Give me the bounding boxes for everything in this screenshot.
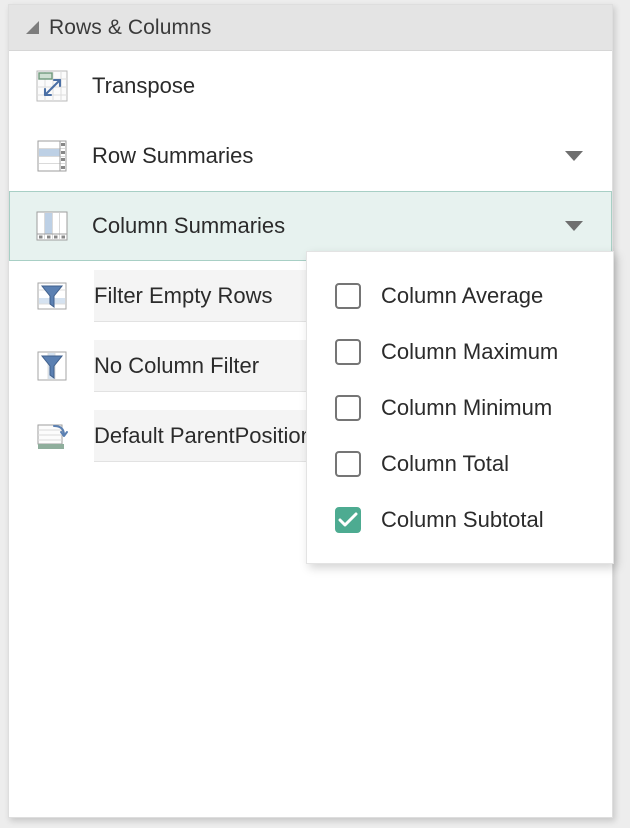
checkbox-unchecked-icon[interactable]	[335, 283, 361, 309]
chevron-down-icon[interactable]	[563, 215, 585, 237]
menu-item-label: Column Total	[381, 451, 509, 476]
transpose-icon	[32, 66, 72, 106]
column-summaries-icon	[32, 206, 72, 246]
checkbox-checked-icon[interactable]	[335, 507, 361, 533]
menu-item-column-minimum[interactable]: Column Minimum	[307, 380, 613, 436]
filter-empty-rows-icon	[32, 276, 72, 316]
checkbox-unchecked-icon[interactable]	[335, 395, 361, 421]
menu-item-label: Column Average	[381, 283, 544, 308]
no-column-filter-icon	[32, 346, 72, 386]
menu-item-column-subtotal[interactable]: Column Subtotal	[307, 492, 613, 548]
menu-item-label: Column Subtotal	[381, 507, 544, 532]
menu-item-label: Column Minimum	[381, 395, 553, 420]
triangle-collapse-icon[interactable]	[19, 20, 45, 35]
checkbox-unchecked-icon[interactable]	[335, 339, 361, 365]
section-header[interactable]: Rows & Columns	[9, 5, 612, 51]
app-root: Rows & Columns Transpose Row Summaries C…	[0, 0, 630, 828]
list-item-row-summaries[interactable]: Row Summaries	[9, 121, 612, 191]
list-item-transpose[interactable]: Transpose	[9, 51, 612, 121]
default-parent-position-icon	[32, 416, 72, 456]
chevron-down-icon[interactable]	[563, 145, 585, 167]
menu-item-column-total[interactable]: Column Total	[307, 436, 613, 492]
list-item-label: Row Summaries	[92, 143, 254, 168]
page-title: Rows & Columns	[49, 15, 212, 39]
list-item-label: Filter Empty Rows	[94, 283, 273, 308]
row-summaries-icon	[32, 136, 72, 176]
menu-item-column-maximum[interactable]: Column Maximum	[307, 324, 613, 380]
menu-item-label: Column Maximum	[381, 339, 559, 364]
checkbox-unchecked-icon[interactable]	[335, 451, 361, 477]
menu-item-column-average[interactable]: Column Average	[307, 268, 613, 324]
list-item-label: No Column Filter	[94, 353, 260, 378]
list-item-label: Column Summaries	[92, 213, 286, 238]
list-item-label: Transpose	[92, 73, 196, 98]
column-summaries-dropdown: Column Average Column Maximum Column Min…	[306, 251, 614, 564]
list-item-label: Default ParentPosition	[94, 423, 313, 448]
